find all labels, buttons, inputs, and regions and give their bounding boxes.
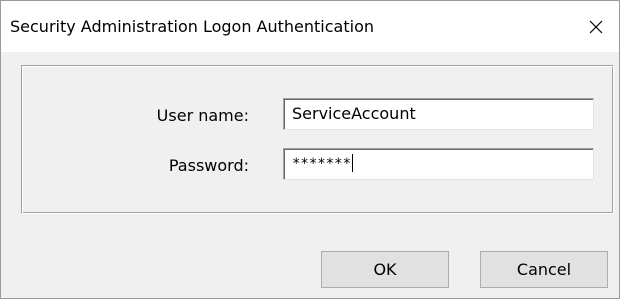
window-title: Security Administration Logon Authentica… bbox=[10, 17, 374, 36]
logon-dialog: Security Administration Logon Authentica… bbox=[0, 0, 620, 299]
password-label: Password: bbox=[168, 156, 249, 175]
close-icon bbox=[589, 20, 603, 33]
username-label: User name: bbox=[156, 106, 249, 125]
password-field[interactable]: ******* bbox=[283, 148, 594, 180]
text-caret bbox=[352, 153, 354, 172]
ok-button[interactable]: OK bbox=[321, 251, 449, 288]
password-value: ******* bbox=[292, 156, 352, 172]
credentials-panel bbox=[21, 65, 614, 214]
cancel-button[interactable]: Cancel bbox=[480, 251, 608, 288]
title-bar: Security Administration Logon Authentica… bbox=[1, 1, 619, 52]
username-value: ServiceAccount bbox=[292, 104, 416, 123]
username-field[interactable]: ServiceAccount bbox=[283, 98, 594, 130]
close-button[interactable] bbox=[573, 1, 619, 52]
